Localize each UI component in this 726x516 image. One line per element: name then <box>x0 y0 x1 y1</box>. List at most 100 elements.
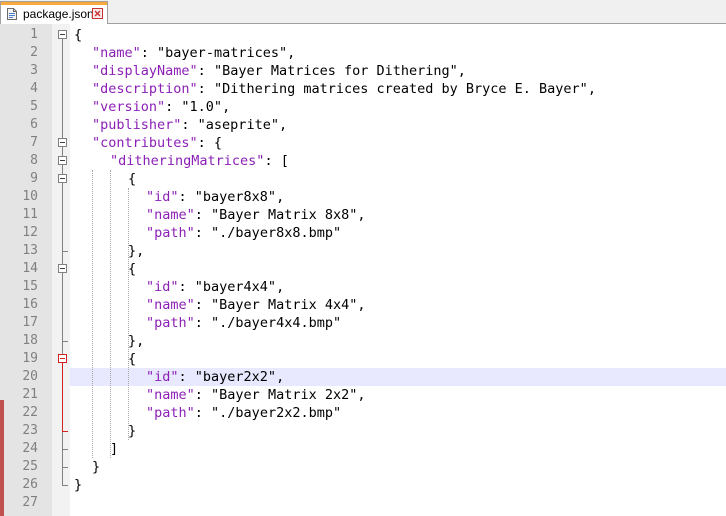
tab-active-indicator <box>1 2 107 5</box>
line-number: 19 <box>22 351 38 366</box>
fold-toggle-icon[interactable] <box>58 174 67 183</box>
code-line[interactable]: { <box>128 170 136 188</box>
json-punctuation: : <box>165 99 182 115</box>
line-number: 8 <box>30 153 38 168</box>
json-key: "name" <box>92 45 141 61</box>
fold-toggle-icon[interactable] <box>58 156 67 165</box>
json-punctuation: , <box>287 45 296 61</box>
code-line[interactable]: ] <box>110 440 118 458</box>
json-punctuation: : <box>178 369 195 385</box>
fold-toggle-icon[interactable] <box>58 30 67 39</box>
close-icon[interactable] <box>92 8 103 19</box>
line-number: 16 <box>22 297 38 312</box>
json-punctuation: , <box>222 99 231 115</box>
code-line[interactable]: "path": "./bayer8x8.bmp" <box>146 224 341 242</box>
code-line[interactable]: "name": "Bayer Matrix 4x4", <box>146 296 366 314</box>
line-number: 1 <box>30 27 38 42</box>
code-line[interactable]: "path": "./bayer2x2.bmp" <box>146 404 341 422</box>
json-value: "./bayer8x8.bmp" <box>211 225 342 241</box>
json-punctuation: } <box>128 423 137 439</box>
code-line[interactable]: "id": "bayer2x2", <box>146 368 284 386</box>
json-punctuation: : <box>194 297 212 313</box>
json-value: "Bayer Matrix 4x4" <box>211 297 358 313</box>
json-value: "Bayer Matrix 2x2" <box>211 387 358 403</box>
line-number: 24 <box>22 441 38 456</box>
json-punctuation: : <box>194 315 212 331</box>
code-line[interactable]: "contributes": { <box>92 134 222 152</box>
json-punctuation: : <box>194 387 212 403</box>
fold-end-mark <box>62 467 68 468</box>
code-line[interactable]: "ditheringMatrices": [ <box>110 152 289 170</box>
fold-end-mark <box>62 431 68 432</box>
line-number: 10 <box>22 189 38 204</box>
json-punctuation: : <box>181 117 198 133</box>
json-punctuation: , <box>587 81 596 97</box>
line-number: 25 <box>22 459 38 474</box>
json-value: "bayer2x2" <box>194 369 277 385</box>
code-line[interactable]: "id": "bayer4x4", <box>146 278 284 296</box>
line-number: 17 <box>22 315 38 330</box>
json-value: "bayer-matrices" <box>157 45 288 61</box>
line-number: 7 <box>30 135 38 150</box>
json-key: "path" <box>146 225 195 241</box>
json-key: "id" <box>146 189 179 205</box>
code-line[interactable]: "displayName": "Bayer Matrices for Dithe… <box>92 62 466 80</box>
json-punctuation: : { <box>197 135 223 151</box>
json-punctuation: , <box>276 279 285 295</box>
line-number: 15 <box>22 279 38 294</box>
json-punctuation: : <box>178 279 195 295</box>
json-value: "./bayer2x2.bmp" <box>211 405 342 421</box>
json-punctuation: { <box>74 27 83 43</box>
json-punctuation: { <box>128 171 137 187</box>
tab-package-json[interactable]: package.json <box>0 1 108 24</box>
code-line[interactable]: "name": "Bayer Matrix 8x8", <box>146 206 366 224</box>
fold-toggle-icon[interactable] <box>58 138 67 147</box>
json-punctuation: }, <box>128 243 145 259</box>
fold-end-mark <box>62 251 68 252</box>
code-line[interactable]: "id": "bayer8x8", <box>146 188 284 206</box>
line-number: 6 <box>30 117 38 132</box>
json-punctuation: : <box>197 63 214 79</box>
fold-end-mark <box>62 485 68 486</box>
json-punctuation: : <box>194 225 212 241</box>
code-line[interactable]: "path": "./bayer4x4.bmp" <box>146 314 341 332</box>
json-punctuation: , <box>457 63 466 79</box>
code-line[interactable]: "description": "Dithering matrices creat… <box>92 80 596 98</box>
code-line[interactable]: }, <box>128 242 144 260</box>
json-key: "name" <box>146 207 195 223</box>
code-line[interactable]: }, <box>128 332 144 350</box>
code-line[interactable]: } <box>74 476 82 494</box>
code-editor[interactable]: 1 {2 "name": "bayer-matrices", 3 "displayNam… <box>0 24 726 516</box>
code-line[interactable]: "name": "Bayer Matrix 2x2", <box>146 386 366 404</box>
json-punctuation: : <box>178 189 195 205</box>
line-number: 14 <box>22 261 38 276</box>
code-line[interactable]: "publisher": "aseprite", <box>92 116 287 134</box>
line-number: 13 <box>22 243 38 258</box>
fold-toggle-icon[interactable] <box>58 354 67 363</box>
json-punctuation: : <box>140 45 158 61</box>
line-number: 22 <box>22 405 38 420</box>
code-line[interactable]: "name": "bayer-matrices", <box>92 44 295 62</box>
json-key: "id" <box>146 369 179 385</box>
json-punctuation: : <box>194 207 212 223</box>
json-punctuation: , <box>278 117 288 133</box>
json-punctuation: : <box>194 405 212 421</box>
json-punctuation: } <box>74 477 83 493</box>
json-value: "1.0" <box>181 99 223 115</box>
code-line[interactable]: { <box>128 350 136 368</box>
line-number: 5 <box>30 99 38 114</box>
code-line[interactable]: { <box>74 26 82 44</box>
fold-toggle-icon[interactable] <box>58 264 67 273</box>
code-line[interactable]: } <box>128 422 136 440</box>
json-value: "bayer4x4" <box>194 279 277 295</box>
code-line[interactable]: "version": "1.0", <box>92 98 230 116</box>
json-punctuation: , <box>357 387 366 403</box>
code-line[interactable]: { <box>128 260 136 278</box>
tab-label: package.json <box>23 7 94 21</box>
indent-guide <box>92 170 93 458</box>
json-punctuation: } <box>92 459 101 475</box>
fold-end-mark <box>62 449 68 450</box>
line-number: 12 <box>22 225 38 240</box>
code-line[interactable]: } <box>92 458 100 476</box>
json-punctuation: { <box>128 351 137 367</box>
